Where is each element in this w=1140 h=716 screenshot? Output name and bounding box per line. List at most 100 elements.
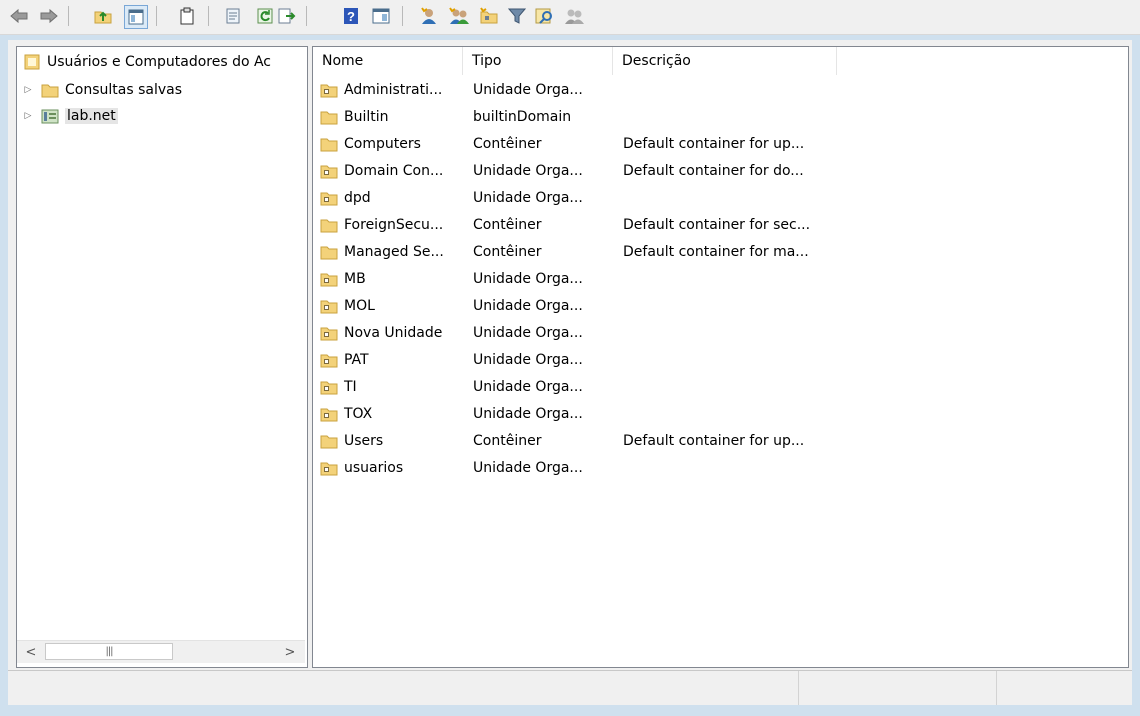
details-list: Nome Tipo Descrição Administrati... Unida… (312, 46, 1129, 668)
list-item[interactable]: Domain Con... Unidade Orga... Default cont… (313, 157, 1128, 184)
row-name: Nova Unidade (344, 324, 443, 341)
list-item[interactable]: Users Contêiner Default container for up..… (313, 427, 1128, 454)
toolbar: ? (0, 0, 1140, 35)
expand-arrow-icon[interactable]: ▷ (21, 111, 35, 121)
organizational-unit-icon (320, 352, 344, 368)
cell-tipo: Unidade Orga... (473, 270, 583, 287)
folder-icon (320, 433, 344, 449)
expand-arrow-icon[interactable]: ▷ (21, 85, 35, 95)
status-bar (8, 670, 1132, 705)
help-icon[interactable]: ? (340, 5, 362, 27)
cell-tipo: Unidade Orga... (473, 324, 583, 341)
new-ou-icon[interactable] (478, 5, 500, 27)
column-descricao[interactable]: Descrição (613, 47, 837, 75)
cell-nome: MOL (320, 292, 463, 319)
row-name: ForeignSecu... (344, 216, 444, 233)
list-item[interactable]: TI Unidade Orga... (313, 373, 1128, 400)
row-name: TOX (344, 405, 373, 422)
cell-descricao (623, 454, 837, 481)
folder-icon (320, 244, 344, 260)
row-name: PAT (344, 351, 369, 368)
organizational-unit-icon (320, 82, 344, 98)
folder-icon (320, 217, 344, 233)
organizational-unit-icon (320, 379, 344, 395)
list-item[interactable]: MB Unidade Orga... (313, 265, 1128, 292)
organizational-unit-icon (320, 163, 344, 179)
new-user-icon[interactable] (418, 5, 440, 27)
tree-item-label: lab.net (65, 108, 118, 124)
row-name: MOL (344, 297, 375, 314)
tree-item-lab-net[interactable]: ▷ lab.net (21, 104, 118, 128)
up-folder-icon[interactable] (92, 5, 114, 27)
new-group-icon[interactable] (448, 5, 470, 27)
column-nome[interactable]: Nome (313, 47, 463, 75)
list-item[interactable]: Builtin builtinDomain (313, 103, 1128, 130)
cell-descricao: Default container for up... (623, 135, 805, 152)
show-hide-console-tree-icon[interactable] (124, 5, 148, 29)
row-name: Managed Se... (344, 243, 444, 260)
list-item[interactable]: Nova Unidade Unidade Orga... (313, 319, 1128, 346)
cell-descricao (623, 292, 837, 319)
row-name: usuarios (344, 459, 404, 476)
folder-icon (320, 109, 344, 125)
cell-tipo: Contêiner (473, 432, 542, 449)
cell-nome: usuarios (320, 454, 463, 481)
tree-root[interactable]: Usuários e Computadores do Ac (23, 50, 271, 74)
cell-tipo: Unidade Orga... (473, 351, 583, 368)
folder-icon (41, 84, 59, 98)
cell-nome: Users (320, 427, 463, 454)
organizational-unit-icon (320, 460, 344, 476)
tree-horizontal-scrollbar[interactable]: < ||| > (17, 640, 305, 663)
scroll-thumb[interactable]: ||| (45, 643, 173, 660)
tree-item-label: Consultas salvas (65, 82, 183, 98)
refresh-icon[interactable] (254, 5, 276, 27)
cell-nome: TOX (320, 400, 463, 427)
list-item[interactable]: dpd Unidade Orga... (313, 184, 1128, 211)
cell-descricao (623, 373, 837, 400)
cell-nome: dpd (320, 184, 463, 211)
scroll-left-icon[interactable]: < (18, 642, 44, 662)
cell-nome: MB (320, 265, 463, 292)
find-icon[interactable] (534, 5, 556, 27)
add-to-group-icon[interactable] (564, 5, 586, 27)
folder-icon (320, 136, 344, 152)
row-name: Administrati... (344, 81, 443, 98)
list-item[interactable]: Computers Contêiner Default container for … (313, 130, 1128, 157)
list-item[interactable]: usuarios Unidade Orga... (313, 454, 1128, 481)
filter-icon[interactable] (506, 5, 528, 27)
console-tree: Usuários e Computadores do Ac ▷ Consulta… (16, 46, 308, 668)
organizational-unit-icon (320, 190, 344, 206)
cell-nome: Administrati... (320, 76, 463, 103)
cell-nome: Builtin (320, 103, 463, 130)
cell-descricao: Default container for up... (623, 432, 805, 449)
export-list-icon[interactable] (276, 5, 298, 27)
clipboard-icon[interactable] (176, 5, 198, 27)
list-item[interactable]: ForeignSecu... Contêiner Default container… (313, 211, 1128, 238)
column-tipo[interactable]: Tipo (463, 47, 613, 75)
cell-descricao: Default container for sec... (623, 216, 811, 233)
cell-nome: Computers (320, 130, 463, 157)
row-name: TI (344, 378, 357, 395)
cell-tipo: Contêiner (473, 135, 542, 152)
list-item[interactable]: Administrati... Unidade Orga... (313, 76, 1128, 103)
cell-descricao (623, 103, 837, 130)
column-header: Nome Tipo Descrição (313, 47, 1128, 75)
back-arrow-icon[interactable] (8, 5, 30, 27)
scroll-right-icon[interactable]: > (277, 642, 303, 662)
organizational-unit-icon (320, 271, 344, 287)
show-action-pane-icon[interactable] (370, 5, 392, 27)
organizational-unit-icon (320, 298, 344, 314)
cell-descricao (623, 319, 837, 346)
snapin-root-icon (24, 54, 40, 70)
cell-nome: Domain Con... (320, 157, 463, 184)
organizational-unit-icon (320, 325, 344, 341)
cell-nome: ForeignSecu... (320, 211, 463, 238)
forward-arrow-icon[interactable] (38, 5, 60, 27)
properties-icon[interactable] (222, 5, 244, 27)
list-item[interactable]: PAT Unidade Orga... (313, 346, 1128, 373)
list-item[interactable]: Managed Se... Contêiner Default container … (313, 238, 1128, 265)
tree-root-label: Usuários e Computadores do Ac (47, 54, 272, 70)
list-item[interactable]: MOL Unidade Orga... (313, 292, 1128, 319)
list-item[interactable]: TOX Unidade Orga... (313, 400, 1128, 427)
tree-item-consultas-salvas[interactable]: ▷ Consultas salvas (21, 78, 182, 102)
